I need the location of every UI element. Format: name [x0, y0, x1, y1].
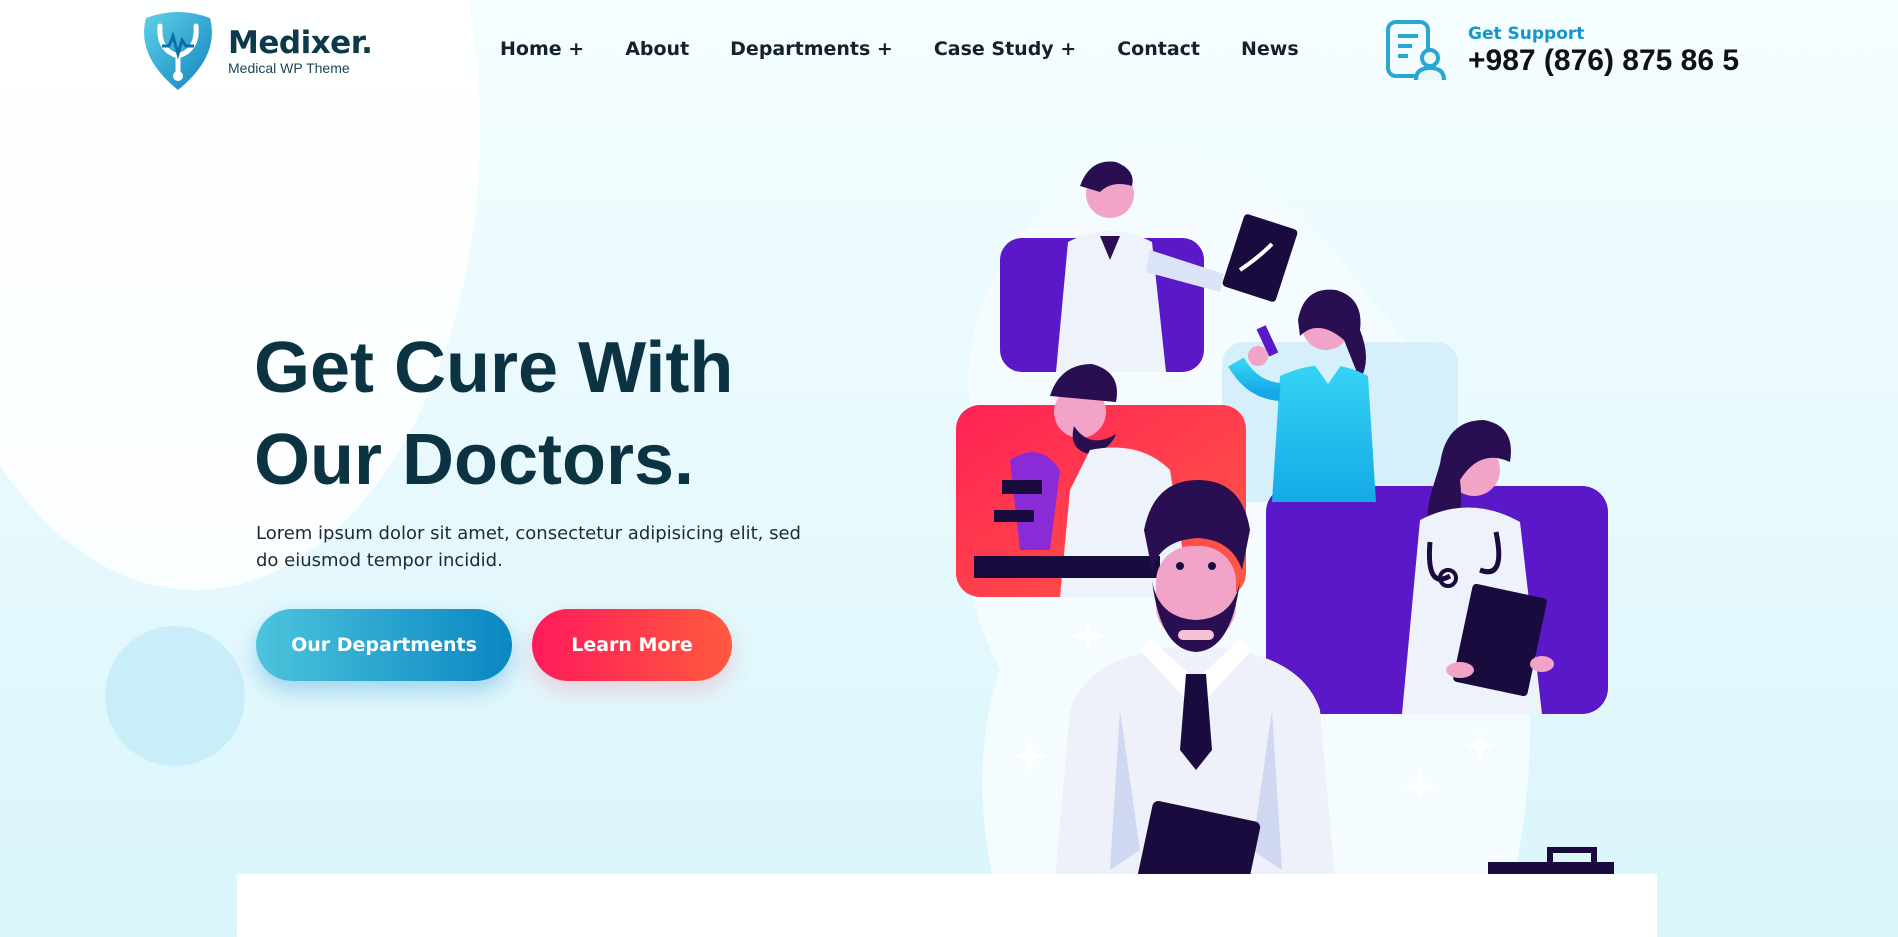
bottom-card [237, 874, 1657, 937]
stethoscope-shield-icon [144, 12, 212, 90]
support-phone[interactable]: +987 (876) 875 86 5 [1468, 44, 1739, 78]
site-header: Medixer. Medical WP Theme Home + About D… [0, 0, 1898, 100]
support-label: Get Support [1468, 24, 1585, 44]
support-block: Get Support +987 (876) 875 86 5 [1384, 18, 1739, 84]
hero-description: Lorem ipsum dolor sit amet, consectetur … [256, 523, 801, 571]
nav-item-case-study[interactable]: Case Study + [934, 38, 1076, 60]
our-departments-button[interactable]: Our Departments [256, 609, 512, 681]
hero-title: Get Cure With Our Doctors. [254, 322, 814, 506]
nav-item-departments[interactable]: Departments + [730, 38, 893, 60]
learn-more-button[interactable]: Learn More [532, 609, 732, 681]
logo-title: Medixer. [228, 25, 373, 61]
hero-title-line2: Our Doctors. [254, 420, 695, 500]
nav-item-about[interactable]: About [625, 38, 689, 60]
nav-item-news[interactable]: News [1241, 38, 1299, 60]
logo-text: Medixer. Medical WP Theme [228, 25, 373, 76]
nav-item-home[interactable]: Home + [500, 38, 584, 60]
doctors-illustration [956, 154, 1614, 937]
support-document-user-icon [1386, 20, 1446, 81]
support-text: Get Support +987 (876) 875 86 5 [1468, 24, 1739, 78]
nav-item-contact[interactable]: Contact [1117, 38, 1200, 60]
hero-title-line1: Get Cure With [254, 328, 734, 408]
main-nav: Home + About Departments + Case Study + … [500, 38, 1340, 60]
logo-subtitle: Medical WP Theme [228, 60, 350, 76]
background-circle [105, 626, 245, 766]
logo[interactable]: Medixer. Medical WP Theme [136, 10, 373, 92]
